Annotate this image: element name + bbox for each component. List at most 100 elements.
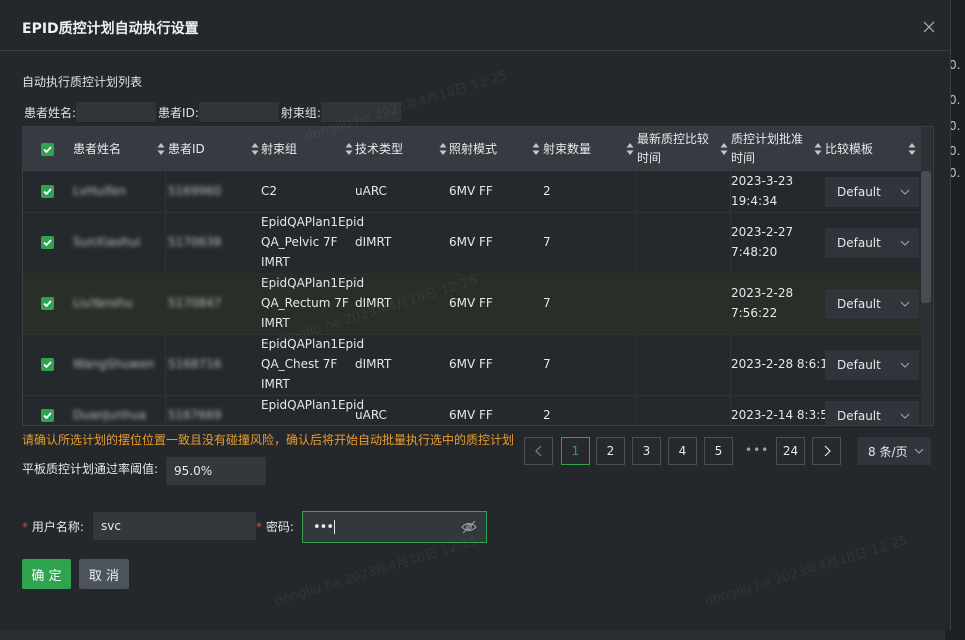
cell-patient-name: WangShuwen (73, 357, 155, 371)
next-page-button[interactable] (812, 437, 841, 465)
row-checkbox[interactable] (41, 358, 54, 371)
cell-technique: uARC (355, 184, 387, 198)
column-header-beam-group[interactable]: 射束组 (261, 127, 297, 171)
cell-beam-count: 2 (543, 408, 551, 422)
sort-icon[interactable] (908, 142, 916, 156)
password-label-text: 密码: (265, 520, 294, 534)
filter-patient-name-input[interactable] (76, 102, 157, 122)
page-size-select[interactable]: 8 条/页 (857, 437, 931, 465)
page-button-4[interactable]: 4 (668, 437, 697, 465)
sort-icon[interactable] (814, 142, 822, 156)
table-header: 患者姓名 患者ID 射束组 技术类型 照射模式 射束数量 最新质控比较 时间 质… (23, 127, 921, 171)
prev-page-button[interactable] (524, 437, 553, 465)
template-select[interactable]: Default (825, 401, 919, 425)
cell-patient-name: LiuYanshu (73, 296, 133, 310)
table-scrollbar-thumb[interactable] (921, 171, 931, 303)
approve-date: 2023-2-27 (731, 225, 794, 239)
page-button-1[interactable]: 1 (561, 437, 590, 465)
page-button-2[interactable]: 2 (596, 437, 625, 465)
cell-beam-group: EpidQAPlan1Epid (261, 398, 365, 412)
filter-patient-id-input[interactable] (198, 102, 279, 122)
header-label: 患者姓名 (73, 141, 122, 156)
approve-time: 7:48:20 (731, 245, 778, 259)
cell-beam-group: C2 (261, 184, 278, 198)
column-header-mode[interactable]: 照射模式 (449, 127, 497, 171)
row-checkbox[interactable] (41, 297, 54, 310)
sort-icon[interactable] (720, 142, 728, 156)
close-button[interactable] (918, 16, 940, 38)
page-button-3[interactable]: 3 (632, 437, 661, 465)
cell-mode: 6MV FF (449, 357, 493, 371)
header-label: 照射模式 (449, 141, 498, 156)
sort-icon[interactable] (251, 142, 259, 156)
cell-mode: 6MV FF (449, 408, 493, 422)
page-ellipsis[interactable]: ••• (745, 443, 769, 457)
table-row[interactable]: WangShuwen 5168716 EpidQAPlan1Epid QA_Ch… (23, 334, 921, 396)
close-icon (923, 21, 935, 33)
threshold-input[interactable]: 95.0% (166, 457, 266, 485)
filter-row: 患者姓名: 患者ID: 射束组: (24, 102, 403, 122)
sort-icon[interactable] (532, 142, 540, 156)
column-header-patient-id[interactable]: 患者ID (168, 127, 205, 171)
column-header-beam-count[interactable]: 射束数量 (543, 127, 591, 171)
confirm-button[interactable]: 确 定 (22, 559, 71, 589)
column-header-technique[interactable]: 技术类型 (355, 127, 403, 171)
column-header-template[interactable]: 比较模板 (825, 127, 873, 171)
chevron-down-icon (900, 301, 910, 307)
cell-patient-name: DuanJunhua (73, 408, 147, 422)
cancel-button[interactable]: 取 消 (79, 559, 129, 589)
template-select[interactable]: Default (825, 289, 919, 319)
table-row[interactable]: SunXiaohui 5170638 EpidQAPlan1Epid QA_Pe… (23, 212, 921, 274)
cell-beam-count: 7 (543, 296, 551, 310)
cell-approve-time: 2023-2-14 8:3:52 (731, 408, 836, 422)
qa-plan-auto-exec-dialog: EPID质控计划自动执行设置 自动执行质控计划列表 患者姓名: 患者ID: 射束… (0, 0, 951, 630)
template-select-value: Default (837, 297, 881, 311)
column-header-approve-time[interactable]: 质控计划批准 时间 (731, 127, 803, 171)
column-header-patient-name[interactable]: 患者姓名 (73, 127, 121, 171)
eye-off-icon[interactable] (461, 520, 477, 534)
sort-icon[interactable] (626, 142, 634, 156)
page-button-5[interactable]: 5 (704, 437, 733, 465)
sort-icon[interactable] (157, 142, 165, 156)
sort-icon[interactable] (439, 142, 447, 156)
text-caret (334, 520, 336, 534)
select-all-checkbox[interactable] (41, 143, 54, 156)
username-input[interactable]: svc (93, 512, 256, 540)
table-row[interactable]: LvHuifen 5169960 C2 uARC 6MV FF 2 2023-3… (23, 171, 921, 213)
beam-line: IMRT (261, 255, 290, 269)
column-header-last-compare-time[interactable]: 最新质控比较 时间 (637, 127, 709, 171)
approve-date: 2023-3-23 (731, 174, 794, 188)
filter-beam-group-input[interactable] (320, 102, 401, 122)
chevron-down-icon (900, 240, 910, 246)
chevron-down-icon (914, 448, 924, 454)
filter-beam-group-label: 射束组: (280, 105, 321, 120)
filter-patient-id-label: 患者ID: (158, 105, 199, 120)
template-select[interactable]: Default (825, 350, 919, 380)
cell-patient-id: 5167669 (168, 408, 222, 422)
required-mark: * (256, 520, 262, 534)
password-input[interactable]: ••• (302, 511, 487, 543)
beam-line: EpidQAPlan1Epid (261, 215, 365, 229)
template-select[interactable]: Default (825, 228, 919, 258)
sort-icon[interactable] (345, 142, 353, 156)
cell-approve-time: 2023-2-28 8:6:13 (731, 354, 836, 374)
beam-line: QA_Chest 7F (261, 357, 338, 371)
check-icon (43, 239, 52, 247)
cell-technique: dIMRT (355, 357, 392, 371)
cell-approve-time: 2023-3-23 19:4:34 (731, 171, 793, 211)
page-button-last[interactable]: 24 (776, 437, 805, 465)
row-checkbox[interactable] (41, 236, 54, 249)
threshold-label: 平板质控计划通过率阈值: (22, 462, 159, 476)
beam-line: QA_Pelvic 7F (261, 235, 338, 249)
cell-beam-group: EpidQAPlan1Epid QA_Rectum 7F IMRT (261, 273, 364, 333)
check-icon (43, 188, 52, 196)
cell-patient-id: 5168716 (168, 357, 222, 371)
row-checkbox[interactable] (41, 185, 54, 198)
table-row[interactable]: LiuYanshu 5170847 EpidQAPlan1Epid QA_Rec… (23, 273, 921, 335)
cell-patient-id: 5170847 (168, 296, 222, 310)
template-select[interactable]: Default (825, 177, 919, 207)
username-label: * 用户名称: (22, 518, 84, 535)
row-checkbox[interactable] (41, 409, 54, 422)
approve-time: 7:56:22 (731, 306, 778, 320)
table-row[interactable]: DuanJunhua 5167669 EpidQAPlan1Epid uARC … (23, 395, 921, 425)
